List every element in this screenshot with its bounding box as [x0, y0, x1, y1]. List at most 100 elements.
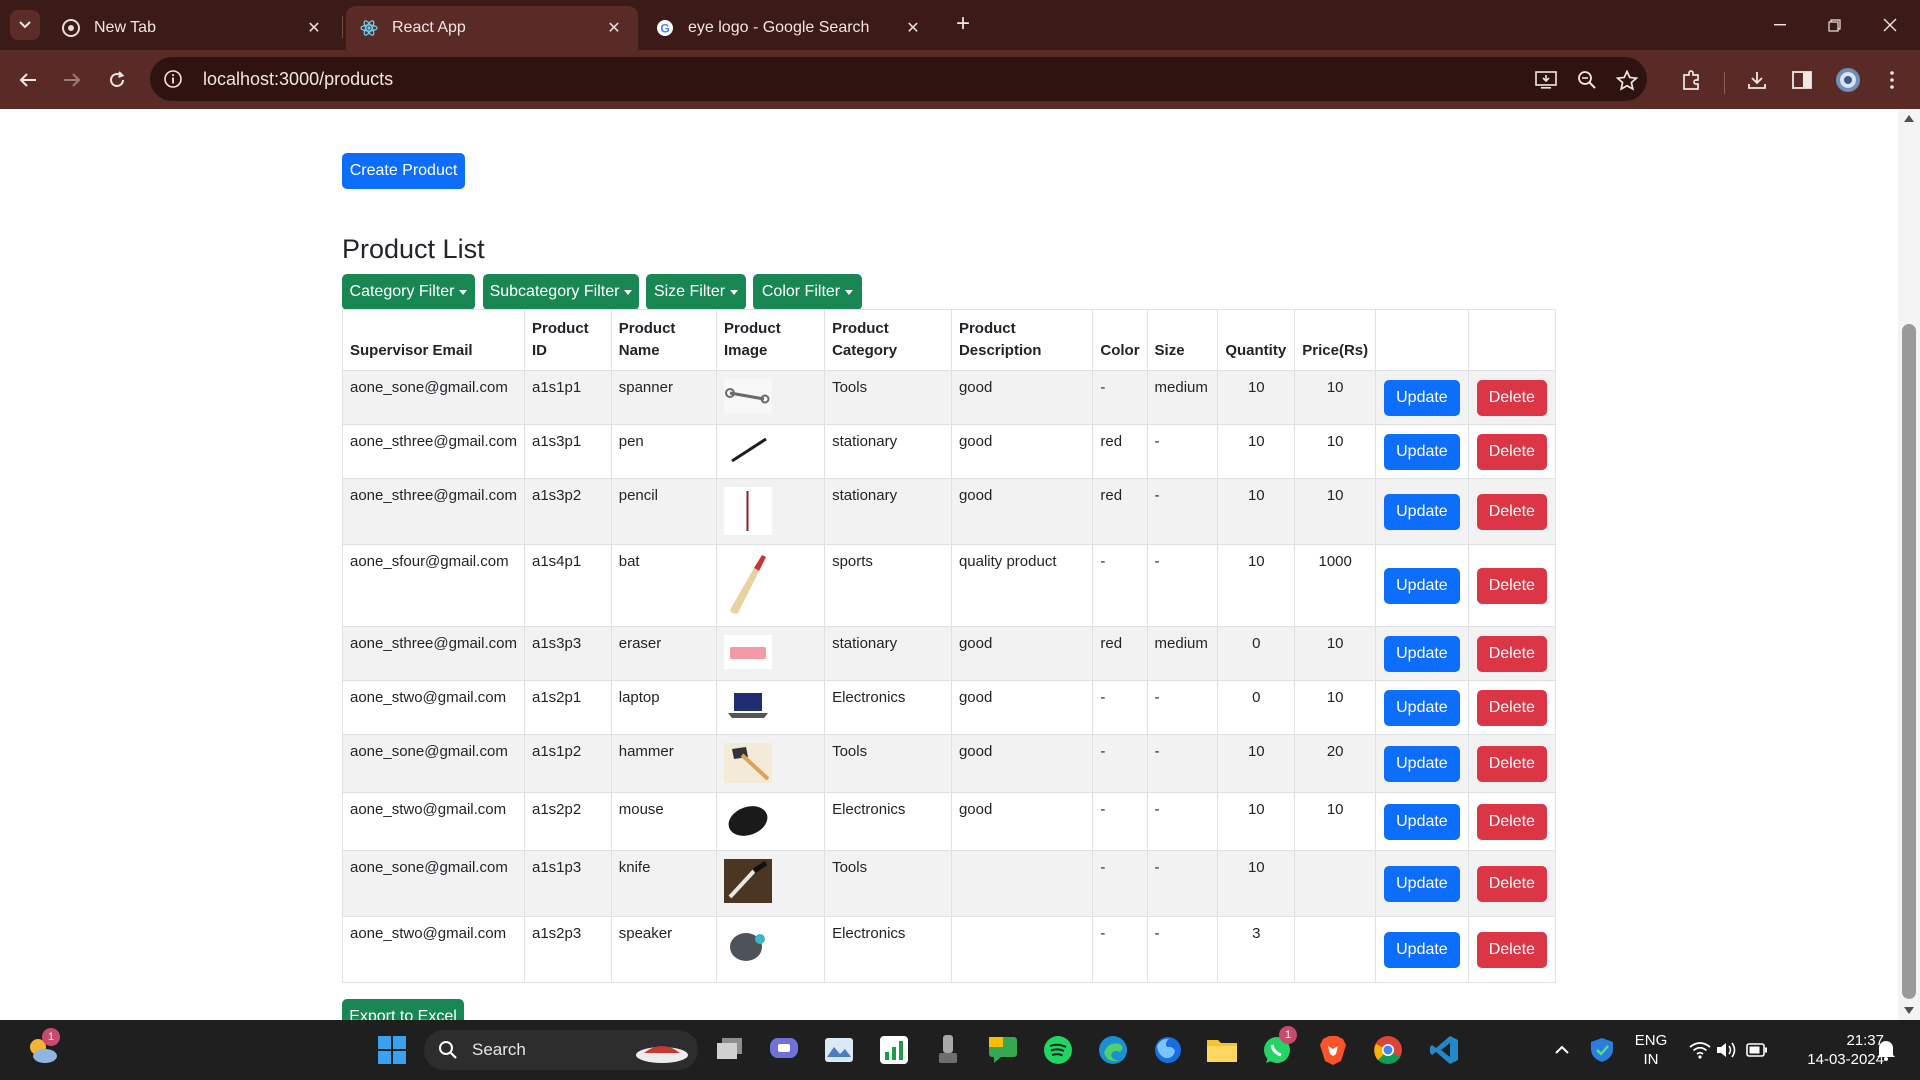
- update-button[interactable]: Update: [1384, 803, 1460, 840]
- size-filter-label: Size Filter: [653, 283, 726, 300]
- table-row: aone_stwo@gmail.com a1s2p2 mouse Electronic…: [342, 792, 1557, 851]
- column-header: Product Category: [824, 309, 952, 371]
- table-row: aone_sthree@gmail.com a1s3p2 pencil station…: [342, 478, 1557, 545]
- weather-widget-icon[interactable]: 1: [22, 1028, 62, 1070]
- site-info-icon[interactable]: [157, 63, 189, 95]
- vscode-icon[interactable]: [1424, 1030, 1464, 1070]
- update-button[interactable]: Update: [1384, 689, 1460, 726]
- side-panel-icon[interactable]: [1786, 64, 1818, 96]
- cell-color: -: [1092, 916, 1148, 983]
- delete-button[interactable]: Delete: [1476, 689, 1547, 726]
- tab-new-tab[interactable]: New Tab ✕: [48, 6, 338, 50]
- create-product-button[interactable]: Create Product: [342, 153, 465, 189]
- delete-button[interactable]: Delete: [1476, 379, 1547, 416]
- table-row: aone_stwo@gmail.com a1s2p3 speaker Electron…: [342, 916, 1557, 983]
- scrollbar-thumb[interactable]: [1902, 324, 1916, 999]
- cell-size: -: [1146, 544, 1219, 627]
- product-table: Supervisor Email Product ID Product Name…: [342, 309, 1557, 983]
- zoom-icon[interactable]: [1574, 67, 1600, 93]
- update-button[interactable]: Update: [1384, 635, 1460, 672]
- file-explorer-icon[interactable]: [1202, 1030, 1242, 1070]
- product-table-body: aone_sone@gmail.com a1s1p1 spanner Tools goo…: [342, 370, 1557, 983]
- windows-start-icon[interactable]: [372, 1030, 412, 1070]
- minimize-icon[interactable]: [1760, 10, 1800, 40]
- delete-button[interactable]: Delete: [1476, 931, 1547, 968]
- delete-button[interactable]: Delete: [1476, 433, 1547, 470]
- export-to-excel-button[interactable]: Export to Excel: [342, 999, 464, 1020]
- spotify-icon[interactable]: [1038, 1030, 1078, 1070]
- security-shield-icon[interactable]: [1582, 1030, 1622, 1070]
- stocks-app-icon[interactable]: [874, 1030, 914, 1070]
- table-row: aone_sthree@gmail.com a1s3p3 eraser station…: [342, 626, 1557, 681]
- language-indicator[interactable]: ENG IN: [1628, 1031, 1674, 1069]
- update-cell: Update: [1375, 792, 1469, 851]
- whatsapp-icon[interactable]: 1: [1257, 1026, 1297, 1070]
- product-image-cell: [716, 734, 826, 793]
- subcategory-filter-dropdown[interactable]: Subcategory Filter: [483, 274, 639, 310]
- product-image-cell: [716, 544, 826, 627]
- restore-icon[interactable]: [1814, 10, 1854, 40]
- delete-button[interactable]: Delete: [1476, 635, 1547, 672]
- delete-cell: Delete: [1467, 478, 1557, 545]
- update-cell: Update: [1375, 916, 1469, 983]
- tab-react-app[interactable]: React App ✕: [346, 6, 638, 50]
- download-icon[interactable]: [1741, 64, 1773, 96]
- reload-icon[interactable]: [101, 64, 133, 96]
- tab-title: React App: [392, 19, 466, 36]
- update-button[interactable]: Update: [1384, 567, 1460, 604]
- update-button[interactable]: Update: [1384, 865, 1460, 902]
- update-button[interactable]: Update: [1384, 379, 1460, 416]
- delete-button[interactable]: Delete: [1476, 745, 1547, 782]
- edge-browser-icon[interactable]: [1093, 1030, 1133, 1070]
- update-button[interactable]: Update: [1384, 493, 1460, 530]
- close-icon[interactable]: ✕: [903, 18, 923, 38]
- star-bookmark-icon[interactable]: [1614, 67, 1640, 93]
- tab-google-search[interactable]: G eye logo - Google Search ✕: [642, 6, 937, 50]
- teams-chat-icon[interactable]: [764, 1030, 804, 1070]
- delete-cell: Delete: [1467, 370, 1557, 425]
- install-app-icon[interactable]: [1533, 67, 1559, 93]
- chrome-taskbar-icon[interactable]: [1368, 1030, 1408, 1070]
- delete-button[interactable]: Delete: [1476, 493, 1547, 530]
- photos-app-icon[interactable]: [819, 1030, 859, 1070]
- column-header: Supervisor Email: [342, 309, 525, 371]
- product-image-laptop: [724, 689, 817, 723]
- new-tab-button[interactable]: +: [949, 10, 977, 38]
- show-hidden-icons-chevron[interactable]: [1542, 1030, 1582, 1070]
- page-scrollbar[interactable]: [1898, 109, 1920, 1020]
- color-filter-dropdown[interactable]: Color Filter: [753, 274, 862, 310]
- notifications-bell-icon[interactable]: [1866, 1030, 1906, 1070]
- cell-id: a1s4p1: [523, 544, 612, 627]
- taskbar-search[interactable]: Search: [424, 1030, 698, 1070]
- profile-avatar[interactable]: [1832, 64, 1864, 96]
- delete-button[interactable]: Delete: [1476, 567, 1547, 604]
- delete-button[interactable]: Delete: [1476, 803, 1547, 840]
- brave-browser-icon[interactable]: [1313, 1030, 1353, 1070]
- cell-price: 10: [1294, 370, 1377, 425]
- scroll-up-icon[interactable]: [1904, 115, 1914, 122]
- update-button[interactable]: Update: [1384, 931, 1460, 968]
- close-icon[interactable]: ✕: [304, 18, 324, 38]
- google-chat-icon[interactable]: [983, 1030, 1023, 1070]
- delete-button[interactable]: Delete: [1476, 865, 1547, 902]
- scroll-down-icon[interactable]: [1904, 1007, 1914, 1014]
- kebab-menu-icon[interactable]: [1876, 64, 1908, 96]
- tab-search-button[interactable]: [10, 10, 40, 40]
- page-title: Product List: [342, 234, 485, 264]
- address-bar[interactable]: localhost:3000/products: [150, 57, 1647, 101]
- close-window-icon[interactable]: [1870, 10, 1910, 40]
- firefox-icon[interactable]: [1148, 1030, 1188, 1070]
- forward-arrow-icon[interactable]: [56, 64, 88, 96]
- device-app-icon[interactable]: [928, 1030, 968, 1070]
- update-button[interactable]: Update: [1384, 745, 1460, 782]
- browser-tab-strip: New Tab ✕ React App ✕ G eye logo - Googl…: [0, 0, 1920, 50]
- task-view-icon[interactable]: [710, 1030, 750, 1070]
- close-icon[interactable]: ✕: [604, 18, 624, 38]
- update-button[interactable]: Update: [1384, 433, 1460, 470]
- extensions-icon[interactable]: [1675, 64, 1707, 96]
- battery-icon[interactable]: [1737, 1030, 1777, 1070]
- back-arrow-icon[interactable]: [12, 64, 44, 96]
- size-filter-dropdown[interactable]: Size Filter: [646, 274, 746, 310]
- category-filter-dropdown[interactable]: Category Filter: [342, 274, 475, 310]
- svg-text:G: G: [660, 22, 669, 36]
